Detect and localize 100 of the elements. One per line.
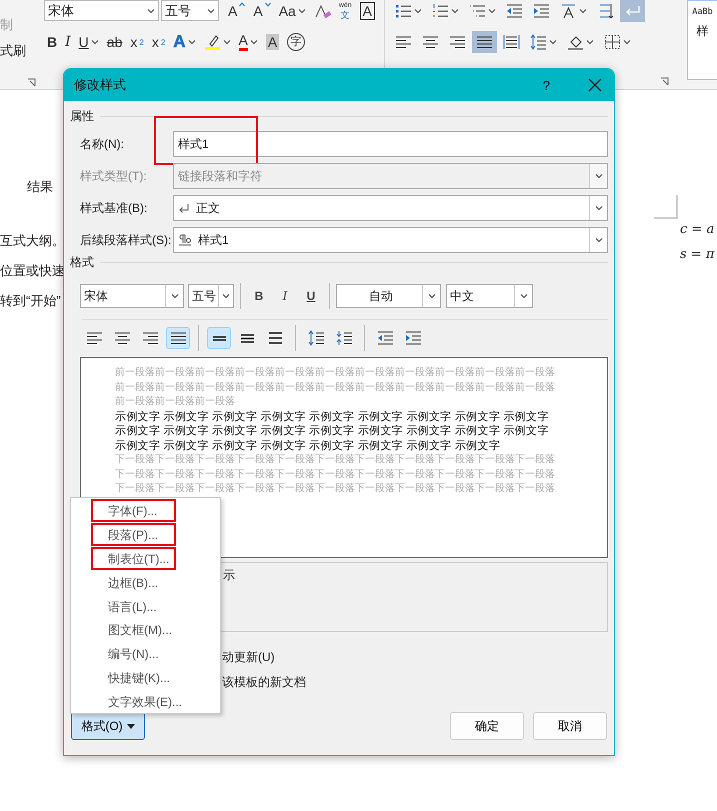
sample-text: 示例文字 示例文字 示例文字 示例文字 示例文字 示例文字 示例文字 示例文字 — [115, 438, 502, 453]
align-left-icon — [86, 330, 102, 346]
dropdown-field[interactable]: 正文 — [173, 195, 608, 221]
field-label: 样式基准(B): — [79, 200, 148, 216]
bold-button[interactable]: B — [44, 31, 60, 53]
document-text: 转到“开始” — [0, 292, 62, 310]
double-spacing-icon — [266, 330, 284, 346]
increase-indent-icon — [404, 330, 422, 346]
caret-icon[interactable] — [549, 39, 557, 45]
menu-item[interactable]: 边框(B)... — [71, 570, 220, 595]
justify-button[interactable] — [472, 31, 497, 53]
menu-item[interactable]: 语言(L)... — [71, 594, 220, 618]
strikethrough-button[interactable]: ab — [104, 31, 126, 53]
caret-icon[interactable] — [594, 237, 602, 243]
preview-text: 下一段落下一段落下一段落下一段落下一段落下一段落下一段落下一段落下一段落下一段落下一段落 — [115, 468, 556, 482]
underline-button[interactable]: U — [299, 284, 323, 308]
caret-icon[interactable] — [147, 8, 156, 14]
caret-icon[interactable] — [414, 8, 422, 14]
align-left-icon — [395, 34, 412, 50]
caret-icon[interactable] — [188, 39, 196, 45]
justify-icon — [170, 330, 186, 346]
input-field[interactable]: 样式1 — [173, 131, 608, 157]
italic-button[interactable]: I — [273, 284, 297, 308]
caret-icon[interactable] — [594, 205, 602, 211]
eraser-icon — [314, 3, 331, 19]
caret-icon[interactable] — [90, 39, 99, 45]
align-center-icon — [422, 34, 439, 50]
menu-item[interactable]: 编号(N)... — [71, 642, 220, 666]
caret-icon[interactable] — [586, 39, 594, 45]
caret-icon[interactable] — [579, 8, 587, 14]
return-arrow-icon — [178, 202, 190, 214]
caret-icon[interactable] — [623, 39, 631, 45]
dialog-launcher-icon[interactable] — [27, 78, 36, 87]
increase-indent-icon — [533, 3, 550, 19]
option-label: 动更新(U) — [222, 649, 276, 665]
caret-icon[interactable] — [207, 8, 215, 14]
arrow-down-icon — [264, 2, 271, 7]
justify-icon — [476, 34, 493, 50]
close-icon[interactable] — [588, 78, 602, 92]
equation-text: s = π — [680, 247, 714, 262]
caret-icon[interactable] — [298, 8, 306, 14]
font-dropdown[interactable]: 宋体 — [80, 284, 184, 308]
help-button[interactable]: ? — [542, 78, 550, 92]
sort-icon — [597, 3, 614, 19]
font-combo[interactable]: 五号 — [161, 0, 219, 21]
font-color-dropdown[interactable]: 自动 — [336, 284, 441, 308]
dialog-button[interactable]: 确定 — [450, 712, 524, 740]
text-effect-button[interactable]: A — [170, 31, 199, 53]
menu-item[interactable]: 段落(P)... — [71, 522, 220, 547]
single-spacing-button[interactable] — [207, 327, 231, 349]
decrease-spacing-icon — [336, 330, 352, 346]
language-dropdown[interactable]: 中文 — [446, 284, 533, 308]
description-text: 示 — [223, 568, 235, 582]
change-case-button[interactable]: Aa — [276, 0, 309, 22]
pane-tab[interactable]: 结果 — [27, 178, 65, 196]
sample-text: 示例文字 示例文字 示例文字 示例文字 示例文字 示例文字 示例文字 示例文字 示例文字 — [115, 424, 550, 438]
bold-button[interactable]: B — [247, 284, 271, 308]
dialog-button[interactable]: 取消 — [533, 712, 607, 740]
menu-item[interactable]: 制表位(T)... — [71, 546, 220, 571]
align-center-icon — [114, 330, 130, 346]
caret-icon[interactable] — [222, 293, 230, 299]
section-heading: 属性 — [70, 108, 94, 124]
caret-icon[interactable] — [428, 293, 436, 299]
caret-icon[interactable] — [488, 8, 496, 14]
decrease-indent-icon — [376, 330, 394, 346]
asian-layout-icon — [560, 3, 577, 19]
increase-spacing-icon — [308, 330, 324, 346]
font-color-button[interactable]: A — [236, 31, 261, 53]
paint-bucket-icon — [567, 34, 584, 50]
paragraph-style-icon — [178, 234, 192, 246]
grow-font-button[interactable]: A — [225, 0, 248, 22]
caret-icon — [126, 724, 135, 728]
caret-icon[interactable] — [250, 39, 258, 45]
align-right-icon — [449, 34, 466, 50]
caret-icon[interactable] — [222, 39, 231, 45]
font-combo[interactable]: 宋体 — [44, 0, 160, 21]
menu-item[interactable]: 文字效果(E)... — [71, 690, 220, 714]
caret-icon[interactable] — [170, 293, 178, 299]
preview-text: 前一段落前一段落前一段落前一段落前一段落前一段落前一段落前一段落前一段落前一段落前一段落 — [115, 380, 556, 394]
arrow-up-icon — [239, 2, 246, 7]
format-menu-button[interactable]: 格式(O) — [71, 712, 145, 740]
underline-button[interactable]: U — [76, 31, 102, 53]
menu-item[interactable]: 快捷键(K)... — [71, 666, 220, 690]
italic-button[interactable]: I — [62, 31, 74, 53]
font-size-dropdown[interactable]: 五号 — [188, 284, 234, 308]
distributed-icon — [503, 34, 520, 50]
clipboard-label[interactable]: 式刷 — [0, 42, 44, 60]
field-label: 样式类型(T): — [79, 168, 148, 184]
decrease-indent-icon — [506, 3, 523, 19]
dropdown-field[interactable]: 样式1 — [173, 227, 608, 253]
style-gallery-item[interactable]: AaBb 样 — [687, 0, 717, 80]
caret-icon[interactable] — [451, 8, 459, 14]
justify-button[interactable] — [166, 327, 190, 349]
caret-icon[interactable] — [520, 293, 528, 299]
menu-item[interactable]: 图文框(M)... — [71, 618, 220, 642]
dialog-launcher-icon[interactable] — [660, 77, 669, 86]
superscript-button[interactable]: x$^{2}$ — [148, 31, 168, 53]
menu-item[interactable]: 字体(F)... — [71, 499, 220, 523]
bullet-list-icon — [395, 3, 412, 19]
shrink-font-button[interactable]: A — [250, 0, 274, 22]
